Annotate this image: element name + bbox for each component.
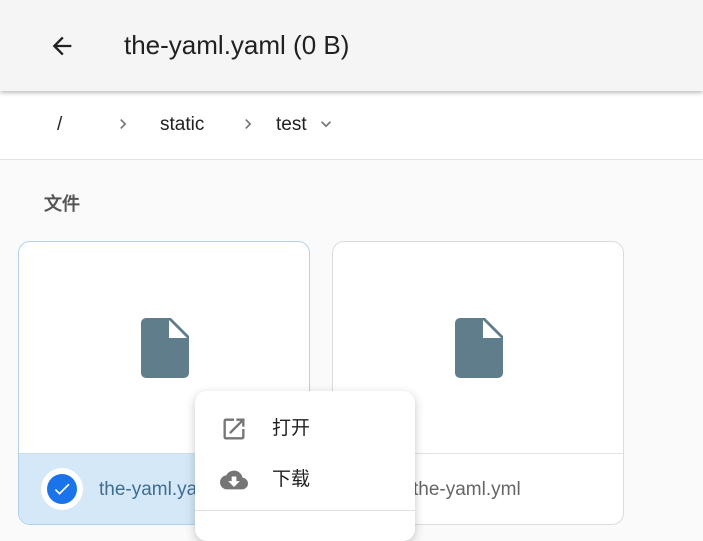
check-icon (54, 483, 70, 495)
page-title: the-yaml.yaml (0 B) (124, 30, 350, 60)
chevron-right-icon (120, 119, 127, 129)
file-icon (455, 318, 503, 378)
cloud-download-icon (220, 470, 248, 490)
menu-item-label: 下载 (272, 469, 311, 490)
arrow-back-icon (52, 36, 72, 56)
breadcrumb-root[interactable]: / (57, 113, 62, 137)
files-section-title: 文件 (44, 194, 80, 214)
app-bar: the-yaml.yaml (0 B) (0, 0, 703, 91)
chevron-down-icon[interactable] (316, 114, 336, 134)
menu-item-download[interactable]: 下载 (195, 454, 415, 504)
open-in-new-icon (223, 418, 245, 440)
chevron-right-icon (245, 119, 252, 129)
selected-check[interactable] (41, 468, 83, 510)
file-name: the-yaml.yml (413, 479, 521, 500)
menu-divider (195, 510, 415, 511)
back-button[interactable] (40, 26, 84, 66)
breadcrumb-static[interactable]: static (160, 113, 204, 137)
breadcrumb: / static test (0, 91, 703, 160)
context-menu: 打开 下载 (195, 391, 415, 541)
breadcrumb-test[interactable]: test (276, 113, 307, 137)
menu-item-label: 打开 (272, 418, 311, 439)
menu-item-open[interactable]: 打开 (195, 403, 415, 453)
file-icon (141, 318, 189, 378)
